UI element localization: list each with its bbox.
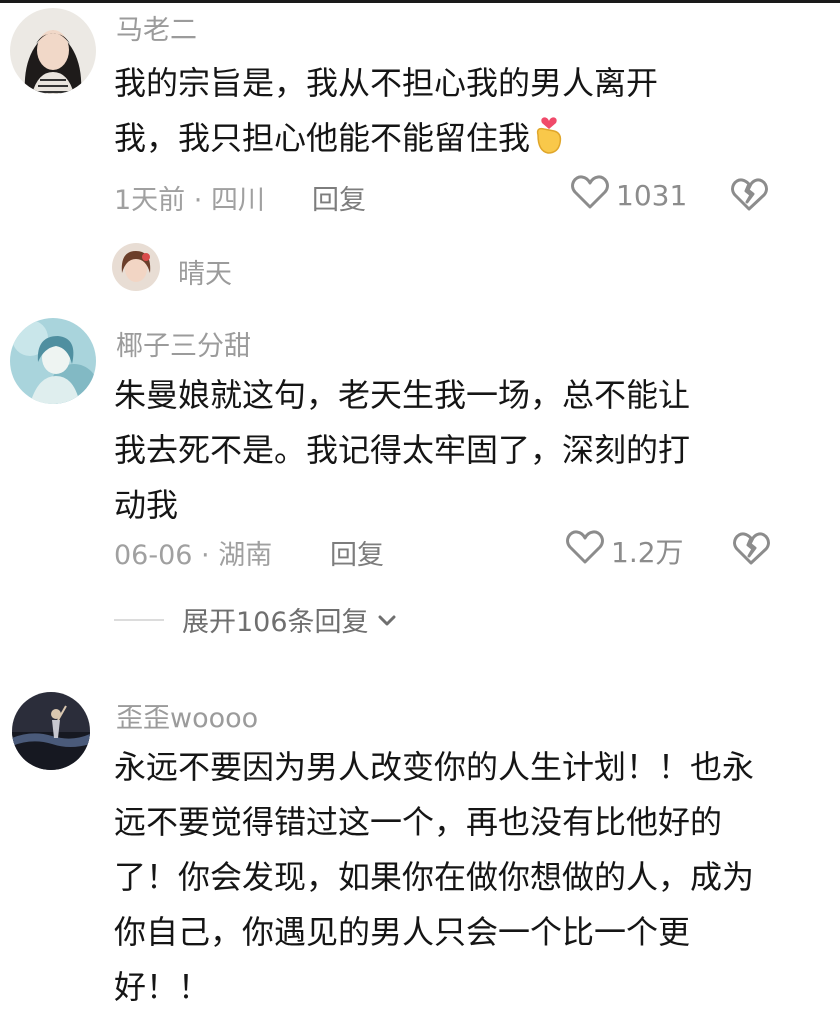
comment-username[interactable]: 歪歪woooo bbox=[116, 696, 258, 735]
comment-text-line: 我去死不是。我记得太牢固了，深刻的打 bbox=[114, 431, 691, 469]
heart-outline-icon bbox=[570, 174, 610, 217]
top-border bbox=[0, 0, 840, 3]
avatar[interactable] bbox=[10, 8, 96, 94]
comment-meta: 1天前 · 四川 bbox=[114, 185, 265, 216]
comment-text: 朱曼娘就这句，老天生我一场，总不能让 我去死不是。我记得太牢固了，深刻的打 动我 bbox=[114, 368, 690, 533]
like-button[interactable]: 1.2万 bbox=[565, 529, 684, 572]
comment-text-line: 动我 bbox=[114, 486, 179, 524]
comment-text-line: 了！你会发现，如果你在做你想做的人，成为 bbox=[114, 858, 755, 896]
avatar[interactable] bbox=[112, 243, 160, 291]
comment-text-line: 我，我只担心他能不能留住我 bbox=[114, 111, 658, 166]
divider bbox=[114, 618, 164, 621]
comment-username[interactable]: 椰子三分甜 bbox=[116, 324, 251, 363]
reply-button[interactable]: 回复 bbox=[312, 178, 366, 217]
comment-date: 1天前 bbox=[114, 185, 186, 216]
comment-location: 湖南 bbox=[218, 540, 273, 571]
heart-outline-icon bbox=[565, 529, 605, 572]
reply-username[interactable]: 晴天 bbox=[178, 252, 232, 291]
reply-button[interactable]: 回复 bbox=[330, 533, 384, 572]
comment-text-line: 朱曼娘就这句，老天生我一场，总不能让 bbox=[114, 376, 691, 414]
comment-date: 06-06 bbox=[114, 540, 193, 571]
comment-meta: 06-06 · 湖南 bbox=[114, 540, 273, 571]
finger-heart-icon bbox=[530, 111, 568, 155]
expand-replies-label: 展开106条回复 bbox=[182, 607, 369, 638]
dislike-button[interactable] bbox=[730, 178, 768, 216]
dislike-button[interactable] bbox=[732, 532, 770, 570]
broken-heart-icon bbox=[730, 178, 768, 216]
comment-text-line: 永远不要因为男人改变你的人生计划！！也永 bbox=[114, 748, 755, 786]
comment-text-line: 远不要觉得错过这一个，再也没有比他好的 bbox=[114, 803, 723, 841]
comment-username[interactable]: 马老二 bbox=[116, 8, 197, 47]
avatar[interactable] bbox=[10, 318, 96, 404]
comment-text: 我的宗旨是，我从不担心我的男人离开 我，我只担心他能不能留住我 bbox=[114, 56, 658, 166]
like-count: 1.2万 bbox=[611, 535, 684, 569]
comment-text-line: 你自己，你遇见的男人只会一个比一个更 bbox=[114, 913, 691, 951]
like-count: 1031 bbox=[616, 179, 688, 212]
expand-replies-button[interactable]: 展开106条回复 bbox=[114, 600, 399, 639]
avatar[interactable] bbox=[12, 692, 90, 770]
comment-text-line: 好！！ bbox=[114, 968, 211, 1006]
comment-text: 永远不要因为男人改变你的人生计划！！也永 远不要觉得错过这一个，再也没有比他好的… bbox=[114, 740, 754, 1015]
comment-text-line-content: 我，我只担心他能不能留住我 bbox=[114, 119, 531, 157]
broken-heart-icon bbox=[732, 532, 770, 570]
comment-text-line: 我的宗旨是，我从不担心我的男人离开 bbox=[114, 64, 659, 102]
chevron-down-icon bbox=[375, 608, 399, 632]
comment-location: 四川 bbox=[210, 185, 265, 216]
like-button[interactable]: 1031 bbox=[570, 174, 687, 217]
